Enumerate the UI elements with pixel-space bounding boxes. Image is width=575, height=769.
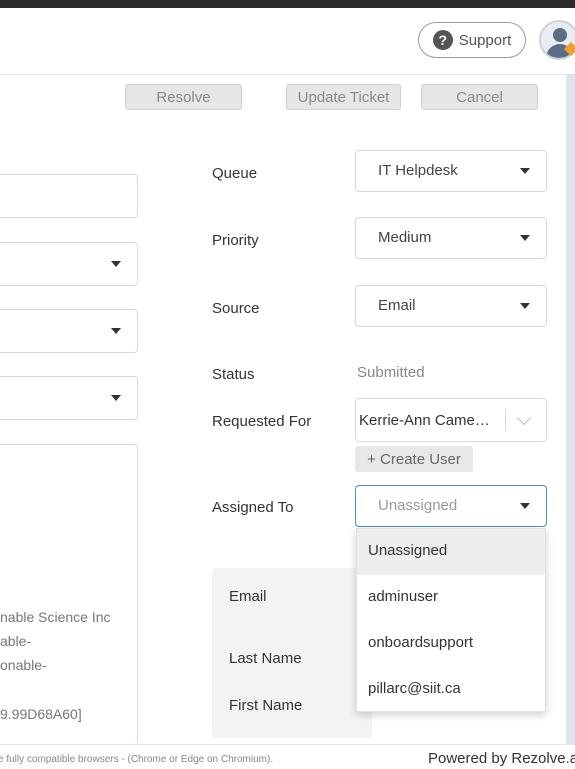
org-line-2: able- [0, 633, 32, 649]
app-header: ? Support [0, 8, 575, 75]
status-label: Status [212, 366, 255, 383]
browser-compat-note: e fully compatible browsers - (Chrome or… [0, 754, 274, 765]
status-value: Submitted [357, 364, 425, 381]
caret-down-icon [111, 395, 121, 401]
left-text-field[interactable] [0, 174, 138, 218]
org-line-3: onable- [0, 657, 47, 673]
queue-value: IT Helpdesk [378, 162, 458, 179]
cancel-button[interactable]: Cancel [421, 84, 538, 110]
caret-down-icon [520, 235, 530, 241]
first-name-label: First Name [229, 697, 303, 714]
select-separator [505, 409, 506, 431]
requested-for-value: Kerrie-Ann Came… [359, 412, 490, 429]
support-button[interactable]: ? Support [418, 22, 526, 58]
top-strip [0, 0, 575, 8]
source-label: Source [212, 300, 260, 317]
create-user-button[interactable]: + Create User [355, 446, 473, 472]
priority-label: Priority [212, 232, 259, 249]
resolve-button[interactable]: Resolve [125, 84, 242, 110]
chevron-down-icon[interactable] [516, 410, 532, 426]
left-select-1[interactable] [0, 242, 138, 286]
priority-select[interactable]: Medium [355, 217, 547, 259]
queue-label: Queue [212, 165, 258, 182]
assigned-to-value: Unassigned [378, 497, 458, 514]
caret-down-icon [520, 303, 530, 309]
assigned-to-select[interactable]: Unassigned [355, 485, 547, 527]
question-circle-icon: ? [432, 30, 453, 50]
support-label: Support [458, 31, 512, 49]
dropdown-option-pillarc[interactable]: pillarc@siit.ca [357, 667, 545, 713]
update-ticket-button[interactable]: Update Ticket [286, 84, 401, 110]
caret-down-icon [520, 503, 530, 509]
id-line: 9.99D68A60] [0, 706, 82, 722]
priority-value: Medium [378, 229, 432, 246]
caret-down-icon [111, 261, 121, 267]
caret-down-icon [111, 328, 121, 334]
dropdown-option-onboardsupport[interactable]: onboardsupport [357, 621, 545, 667]
assigned-to-label: Assigned To [212, 499, 294, 516]
requested-for-select[interactable]: Kerrie-Ann Came… [355, 398, 547, 442]
dropdown-option-unassigned[interactable]: Unassigned [357, 529, 545, 575]
scrollbar[interactable] [566, 74, 575, 744]
requested-for-label: Requested For [212, 413, 312, 430]
source-value: Email [378, 297, 416, 314]
left-details-area [0, 444, 138, 744]
page-footer: e fully compatible browsers - (Chrome or… [0, 744, 575, 769]
last-name-label: Last Name [229, 650, 302, 667]
queue-select[interactable]: IT Helpdesk [355, 150, 547, 192]
source-select[interactable]: Email [355, 285, 547, 327]
email-label: Email [229, 588, 267, 605]
org-line-1: nable Science Inc [0, 609, 111, 625]
dropdown-option-adminuser[interactable]: adminuser [357, 575, 545, 621]
assigned-to-dropdown: Unassigned adminuser onboardsupport pill… [356, 528, 546, 712]
caret-down-icon [520, 168, 530, 174]
left-select-3[interactable] [0, 376, 138, 420]
left-select-2[interactable] [0, 309, 138, 353]
powered-by-text: Powered by Rezolve.a [428, 750, 575, 767]
